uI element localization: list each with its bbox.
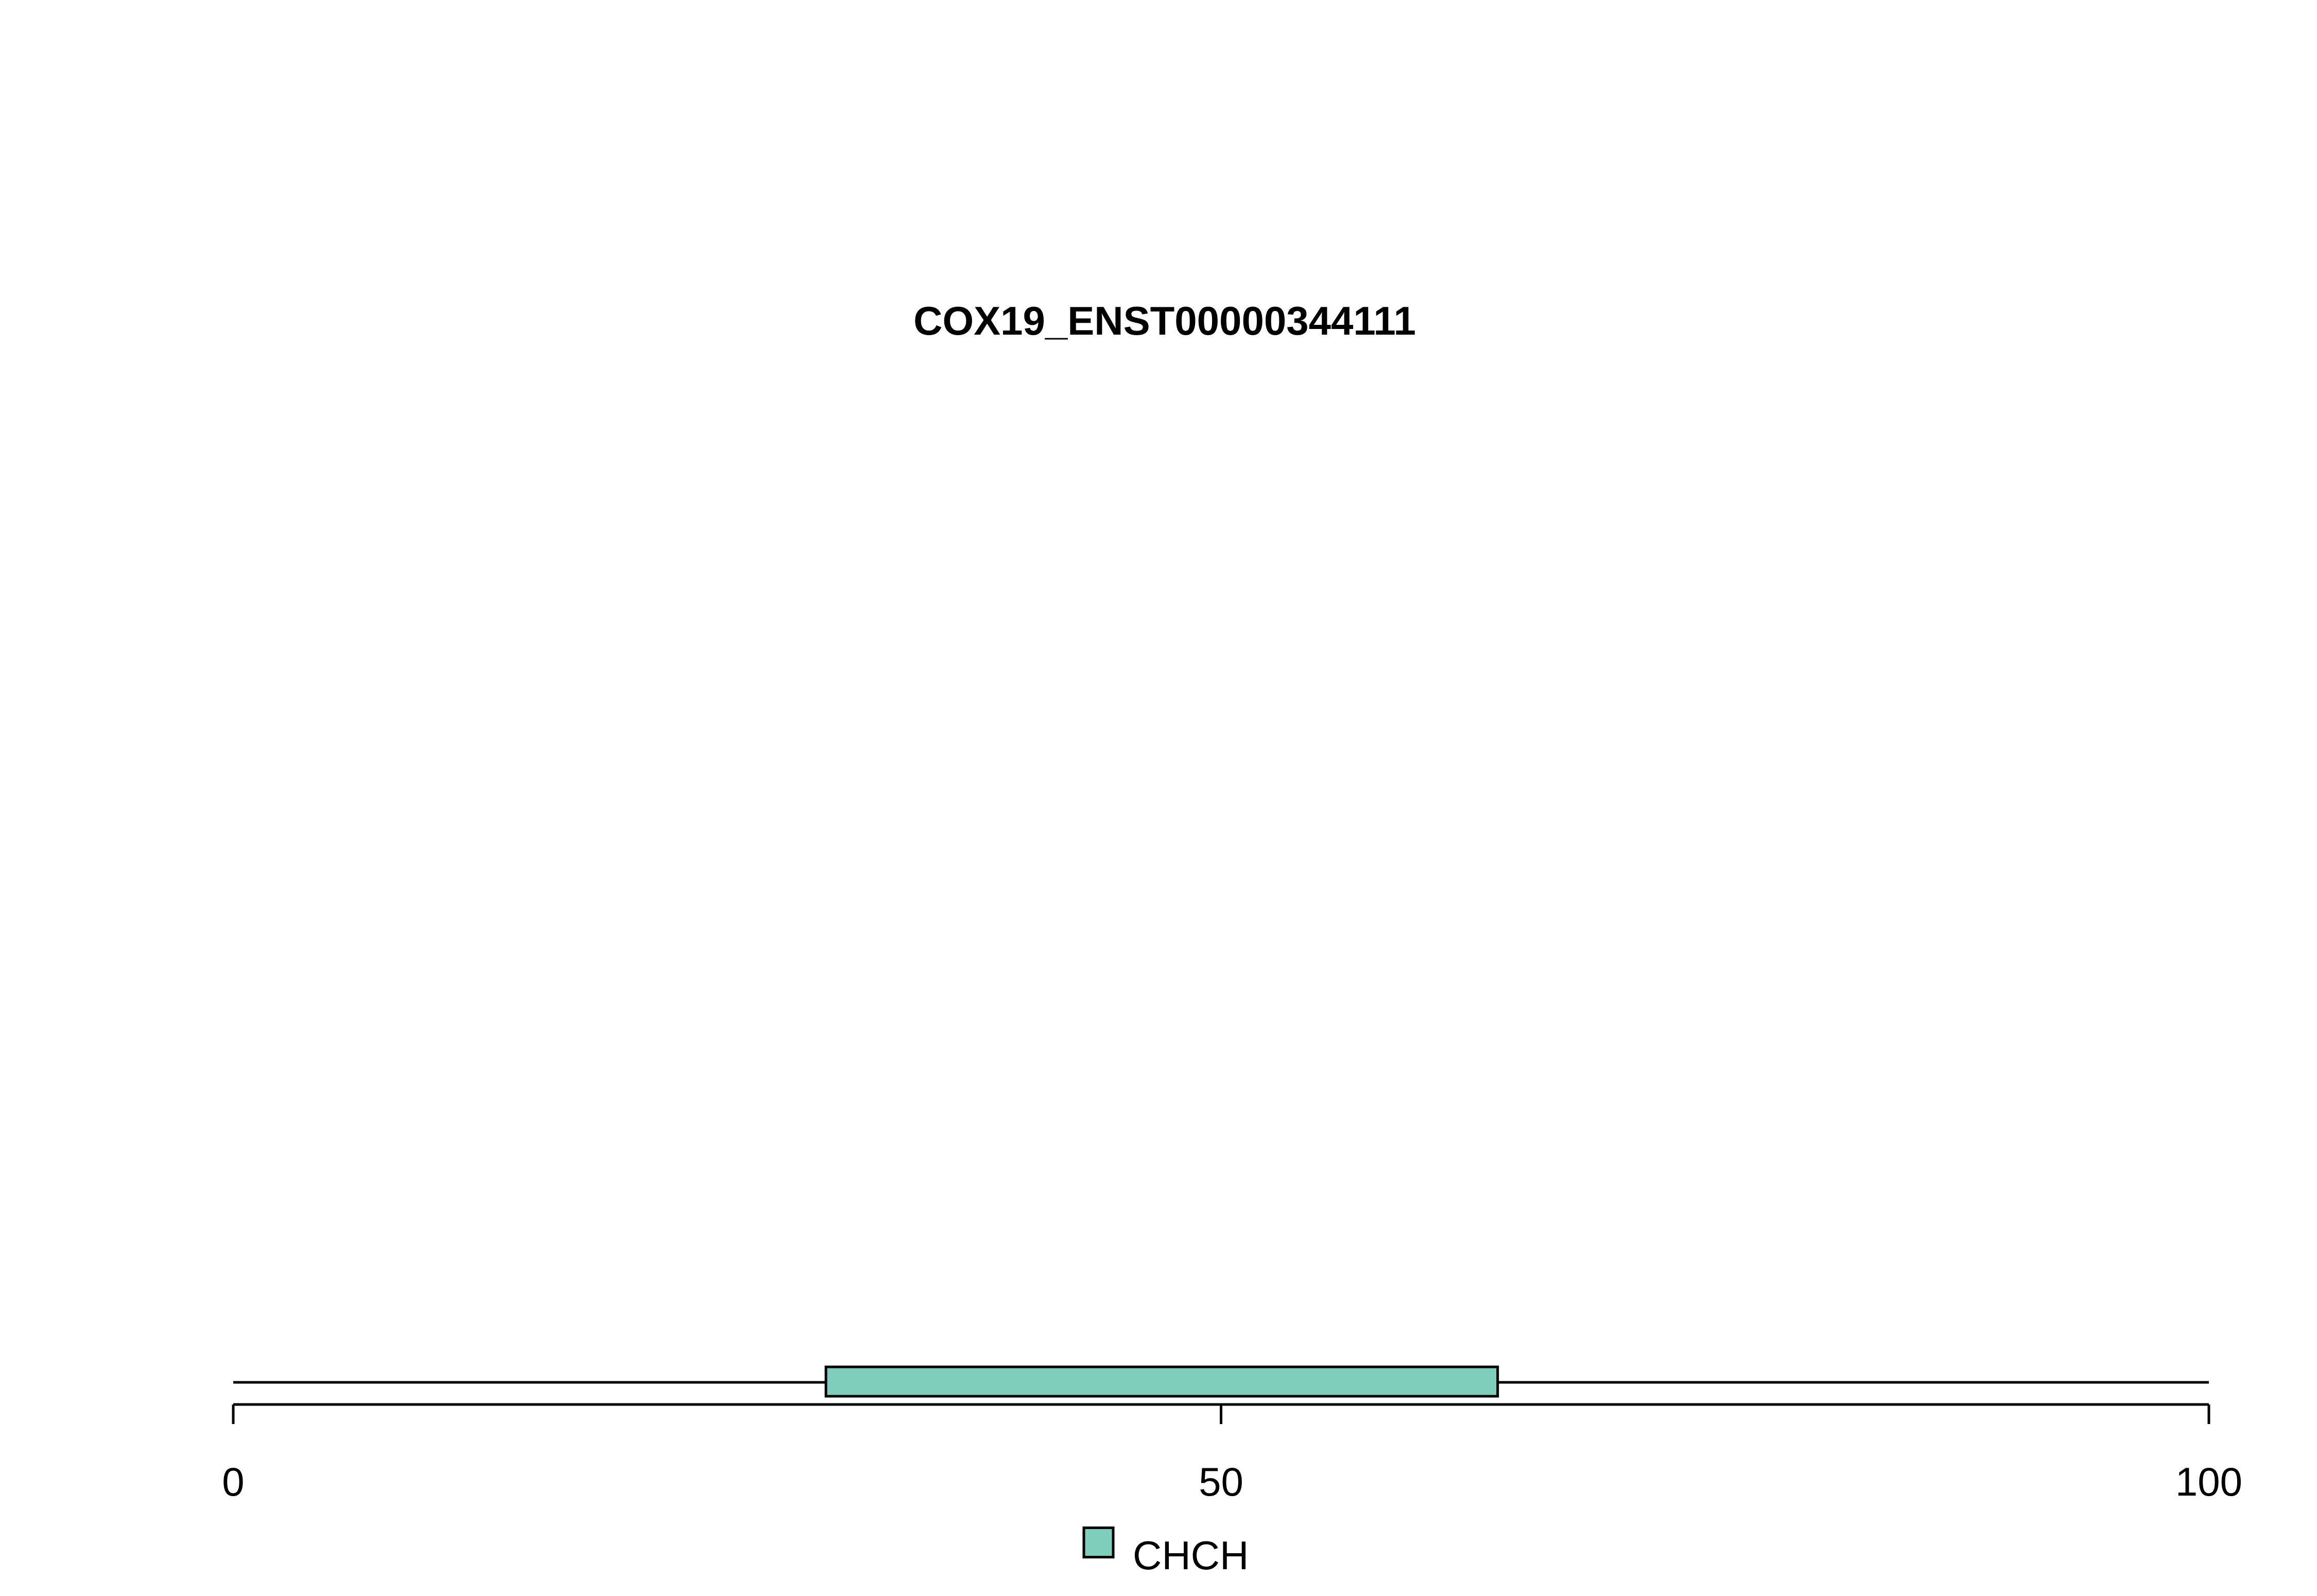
legend: CHCH (1082, 1526, 1249, 1578)
x-tick-label: 0 (222, 1459, 244, 1504)
x-axis: 0 50 100 (222, 1403, 2242, 1504)
x-tick-label: 100 (2175, 1459, 2242, 1504)
legend-swatch (1082, 1526, 1115, 1558)
domain-box-chch (824, 1365, 1499, 1398)
domain-chart: COX19_ENST00000344111 0 50 100 CHCH (222, 298, 2242, 1578)
x-tick-label: 50 (1199, 1459, 1243, 1504)
legend-label: CHCH (1133, 1533, 1249, 1578)
chart-title: COX19_ENST00000344111 (913, 298, 1416, 343)
plot-area (233, 1365, 2209, 1398)
